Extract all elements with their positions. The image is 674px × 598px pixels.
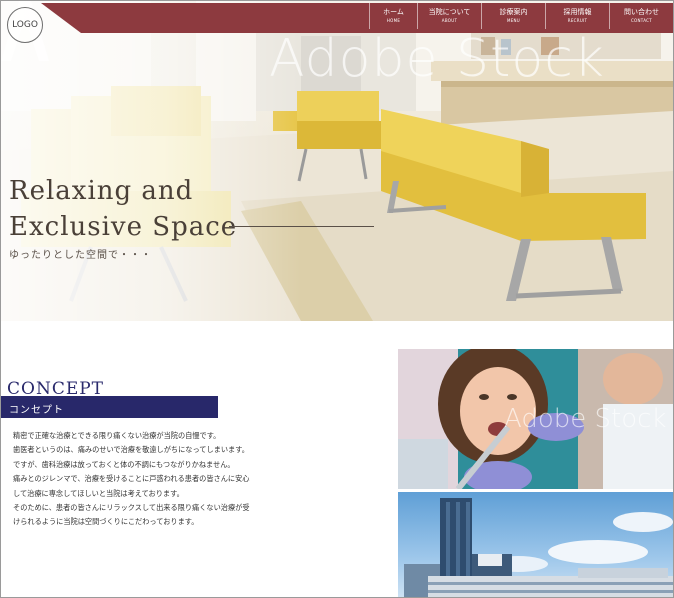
hero-watermark: Adobe Stock xyxy=(269,29,605,89)
building-photo xyxy=(398,492,673,597)
hero-title-line1: Relaxing and xyxy=(9,176,194,206)
concept-paragraph: して治療に専念してほしいと当院は考えております。 xyxy=(13,488,184,498)
hero-divider-line xyxy=(229,226,374,227)
concept-paragraph: ですが、歯科治療は放っておくと体の不調にもつながりかねません。 xyxy=(13,459,235,469)
nav-label-en: MENU xyxy=(506,18,521,23)
nav-label-en: HOME xyxy=(386,18,401,23)
page-frame: Adobe Stock LOGO ホーム HOME 当院について ABOUT 診… xyxy=(0,0,674,598)
concept-paragraph: 精密で正確な治療とできる限り痛くない治療が当院の自慢です。 xyxy=(13,431,221,440)
nav-item-home[interactable]: ホーム HOME xyxy=(369,3,417,29)
concept-paragraph: 痛みとのジレンマで、治療を受けることに戸惑われる患者の皆さんに安心 xyxy=(13,474,250,484)
nav-label-jp: ホーム xyxy=(383,8,404,16)
nav-label-jp: 問い合わせ xyxy=(624,8,659,16)
nav-item-contact[interactable]: 問い合わせ CONTACT xyxy=(609,3,673,29)
concept-body: 精密で正確な治療とできる限り痛くない治療が当院の自慢です。 歯医者というのは、痛… xyxy=(13,429,313,530)
global-nav: ホーム HOME 当院について ABOUT 診療案内 MENU 採用情報 REC… xyxy=(369,3,673,33)
nav-label-jp: 診療案内 xyxy=(499,8,528,16)
nav-label-jp: 当院について xyxy=(428,8,471,16)
concept-paragraph: けられるように当院は空間づくりにこだわっております。 xyxy=(13,517,199,527)
nav-item-recruit[interactable]: 採用情報 RECRUIT xyxy=(545,3,609,29)
concept-paragraph: そのために、患者の皆さんにリラックスして出来る限り痛くない治療が受 xyxy=(13,503,250,513)
dental-treatment-photo: Adobe Stock xyxy=(398,349,673,489)
concept-label: コンセプト xyxy=(9,405,64,416)
nav-label-en: CONTACT xyxy=(630,18,653,23)
hero-section: Adobe Stock LOGO ホーム HOME 当院について ABOUT 診… xyxy=(1,1,673,321)
site-logo[interactable]: LOGO xyxy=(7,7,43,43)
nav-label-jp: 採用情報 xyxy=(563,8,592,16)
nav-label-en: RECRUIT xyxy=(567,18,588,23)
hero-subtitle: ゆったりとした空間で・・・ xyxy=(9,250,152,261)
dental-photo-watermark: Adobe Stock xyxy=(504,404,667,434)
building-photo-image xyxy=(404,498,673,597)
concept-paragraph: 歯医者というのは、痛みのせいで治療を敬遠しがちになってしまいます。 xyxy=(13,445,249,455)
nav-label-en: ABOUT xyxy=(441,18,458,23)
nav-item-menu[interactable]: 診療案内 MENU xyxy=(481,3,545,29)
nav-item-about[interactable]: 当院について ABOUT xyxy=(417,3,481,29)
hero-title-line2: Exclusive Space xyxy=(9,212,238,242)
hero-title: Relaxing and Exclusive Space xyxy=(9,173,237,245)
concept-label-bar: コンセプト xyxy=(1,396,218,418)
